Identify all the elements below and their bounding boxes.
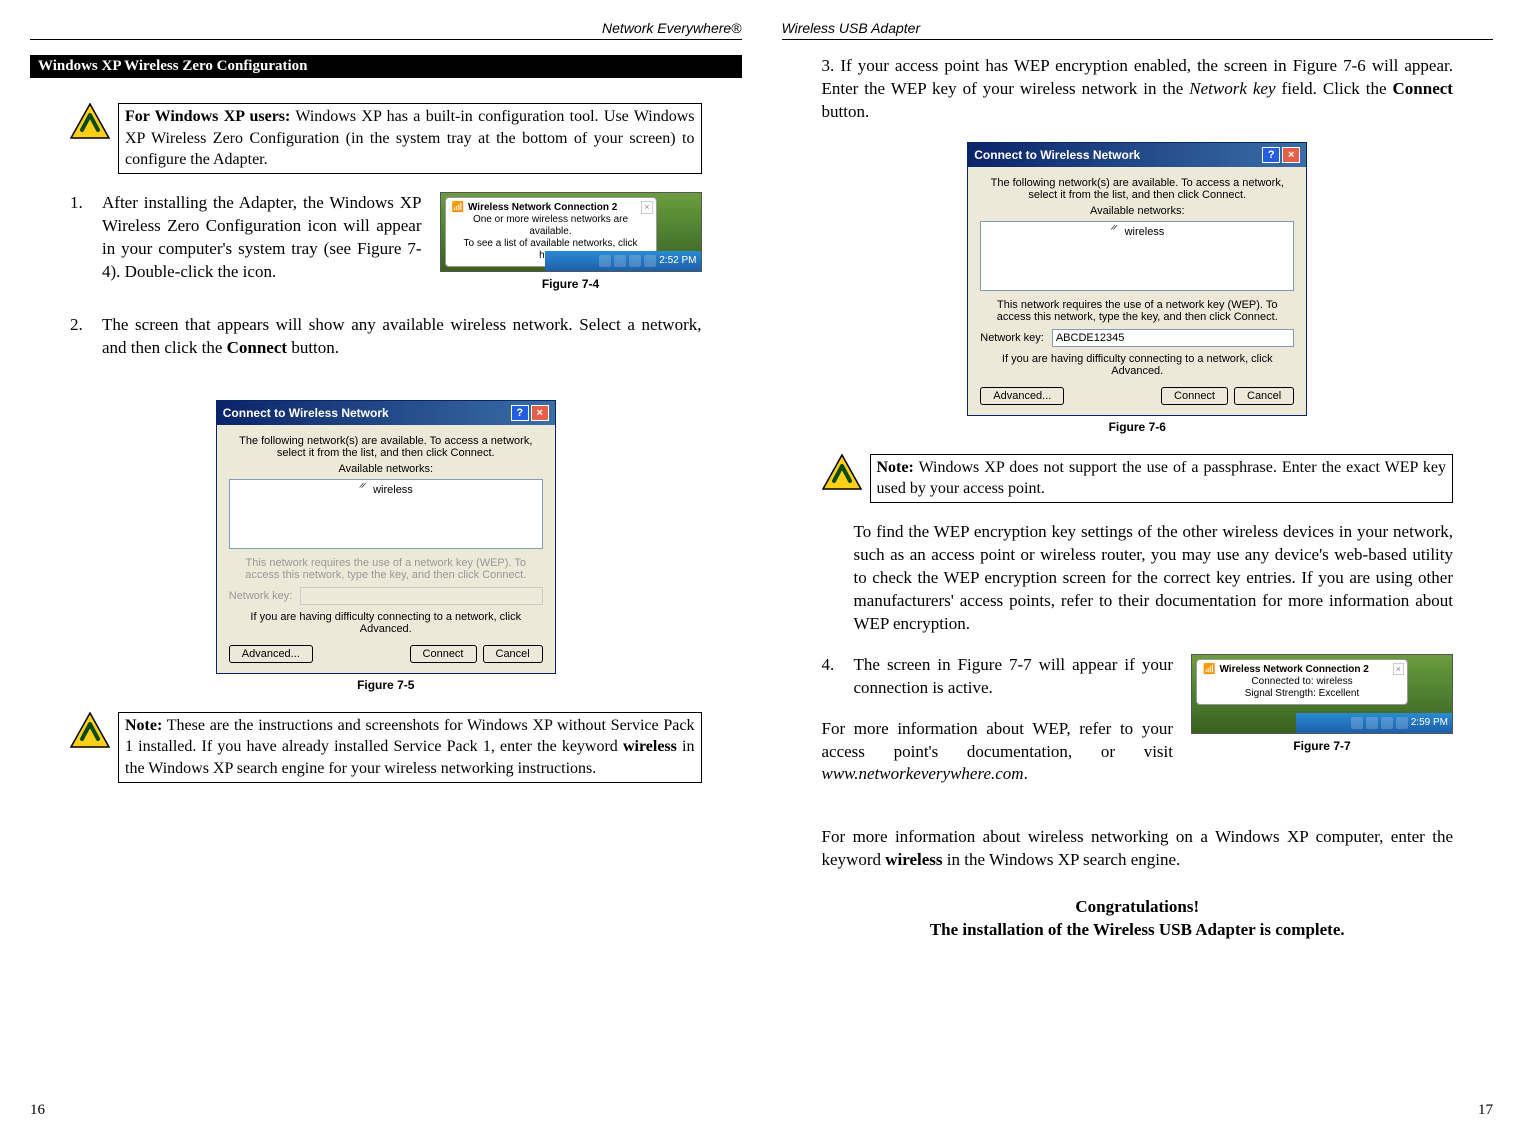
balloon-close-icon: × xyxy=(641,201,652,214)
wifi-icon: 📶 xyxy=(1203,664,1215,676)
congratulations: Congratulations! The installation of the… xyxy=(822,896,1454,942)
more-info-wep: For more information about WEP, refer to… xyxy=(822,718,1174,787)
step-4: 4. The screen in Figure 7-7 will appear … xyxy=(822,654,1454,787)
dialog-connect-75: Connect to Wireless Network ? × The foll… xyxy=(216,400,556,674)
dialog-title: Connect to Wireless Network xyxy=(974,148,1140,162)
figure-7-6-caption: Figure 7-6 xyxy=(822,420,1454,434)
info-callout-1-text: For Windows XP users: Windows XP has a b… xyxy=(118,103,702,174)
dialog-titlebar: Connect to Wireless Network ? × xyxy=(968,143,1306,167)
step-1: 1. After installing the Adapter, the Win… xyxy=(70,192,702,292)
advanced-note: If you are having difficulty connecting … xyxy=(980,353,1294,377)
tray-icon xyxy=(1381,717,1393,729)
cancel-button[interactable]: Cancel xyxy=(483,645,543,663)
available-networks-label: Available networks: xyxy=(980,205,1294,217)
help-icon[interactable]: ? xyxy=(511,405,529,421)
connect-button[interactable]: Connect xyxy=(1161,387,1228,405)
tray-icon xyxy=(1396,717,1408,729)
figure-7-4-caption: Figure 7-4 xyxy=(440,276,702,292)
page-header-left: Network Everywhere® xyxy=(30,20,742,40)
wep-paragraph: To find the WEP encryption key settings … xyxy=(854,521,1454,636)
wep-note: This network requires the use of a netwo… xyxy=(229,557,543,581)
step-2: 2. The screen that appears will show any… xyxy=(70,314,702,360)
figure-7-6: Connect to Wireless Network ? × The foll… xyxy=(822,142,1454,434)
advanced-note: If you are having difficulty connecting … xyxy=(229,611,543,635)
wep-note: This network requires the use of a netwo… xyxy=(980,299,1294,323)
taskbar: 2:52 PM xyxy=(545,251,701,271)
info-callout-2: Note: These are the instructions and scr… xyxy=(70,712,702,783)
warning-icon xyxy=(70,103,110,139)
figure-7-5-caption: Figure 7-5 xyxy=(70,678,702,692)
page-number-left: 16 xyxy=(30,1102,45,1119)
dialog-intro: The following network(s) are available. … xyxy=(229,435,543,459)
step-4-text: The screen in Figure 7-7 will appear if … xyxy=(854,654,1174,700)
figure-7-5: Connect to Wireless Network ? × The foll… xyxy=(70,400,702,692)
page-left: Network Everywhere® Windows XP Wireless … xyxy=(30,20,742,1119)
close-icon[interactable]: × xyxy=(531,405,549,421)
step-1-text: After installing the Adapter, the Window… xyxy=(102,192,422,284)
section-header: Windows XP Wireless Zero Configuration xyxy=(30,55,742,78)
network-key-input xyxy=(300,587,542,605)
taskbar: 2:59 PM xyxy=(1296,713,1452,733)
info-callout-2-text: Note: These are the instructions and scr… xyxy=(118,712,702,783)
systray-mock-74: × 📶Wireless Network Connection 2 One or … xyxy=(440,192,702,272)
available-networks-label: Available networks: xyxy=(229,463,543,475)
close-icon[interactable]: × xyxy=(1282,147,1300,163)
dialog-intro: The following network(s) are available. … xyxy=(980,177,1294,201)
tray-icon xyxy=(599,255,611,267)
systray-mock-77: × 📶Wireless Network Connection 2 Connect… xyxy=(1191,654,1453,734)
tray-time: 2:52 PM xyxy=(659,254,696,268)
tray-icon xyxy=(1351,717,1363,729)
dialog-connect-76: Connect to Wireless Network ? × The foll… xyxy=(967,142,1307,416)
help-icon[interactable]: ? xyxy=(1262,147,1280,163)
warning-icon xyxy=(70,712,110,748)
network-list-item[interactable]: wireless xyxy=(233,483,539,497)
network-key-input[interactable] xyxy=(1052,329,1294,347)
network-list-item[interactable]: wireless xyxy=(984,225,1290,239)
info-callout-1: For Windows XP users: Windows XP has a b… xyxy=(70,103,702,174)
page-number-right: 17 xyxy=(1478,1102,1493,1119)
network-list[interactable]: wireless xyxy=(980,221,1294,291)
network-list[interactable]: wireless xyxy=(229,479,543,549)
info-callout-3-text: Note: Windows XP does not support the us… xyxy=(870,454,1454,503)
systray-balloon: × 📶Wireless Network Connection 2 Connect… xyxy=(1196,659,1408,705)
network-key-label: Network key: xyxy=(980,332,1044,344)
advanced-button[interactable]: Advanced... xyxy=(229,645,313,663)
info-callout-3: Note: Windows XP does not support the us… xyxy=(822,454,1454,503)
balloon-close-icon: × xyxy=(1393,663,1404,676)
connect-button[interactable]: Connect xyxy=(410,645,477,663)
figure-7-7-caption: Figure 7-7 xyxy=(1191,738,1453,754)
dialog-titlebar: Connect to Wireless Network ? × xyxy=(217,401,555,425)
advanced-button[interactable]: Advanced... xyxy=(980,387,1064,405)
tray-icon xyxy=(629,255,641,267)
page-right: Wireless USB Adapter 3. If your access p… xyxy=(782,20,1494,1119)
more-info-xp: For more information about wireless netw… xyxy=(822,826,1454,872)
tray-icon xyxy=(644,255,656,267)
step-3: 3. If your access point has WEP encrypti… xyxy=(822,55,1454,124)
figure-7-4: × 📶Wireless Network Connection 2 One or … xyxy=(440,192,702,292)
tray-icon xyxy=(614,255,626,267)
cancel-button[interactable]: Cancel xyxy=(1234,387,1294,405)
tray-icon xyxy=(1366,717,1378,729)
page-header-right: Wireless USB Adapter xyxy=(782,20,1494,40)
network-key-label: Network key: xyxy=(229,590,293,602)
dialog-title: Connect to Wireless Network xyxy=(223,406,389,420)
warning-icon xyxy=(822,454,862,490)
website-link: www.networkeverywhere.com xyxy=(822,764,1024,783)
tray-time: 2:59 PM xyxy=(1411,716,1448,730)
figure-7-7: × 📶Wireless Network Connection 2 Connect… xyxy=(1191,654,1453,754)
wifi-icon: 📶 xyxy=(452,202,464,214)
callout-bold: For Windows XP users: xyxy=(125,108,290,125)
